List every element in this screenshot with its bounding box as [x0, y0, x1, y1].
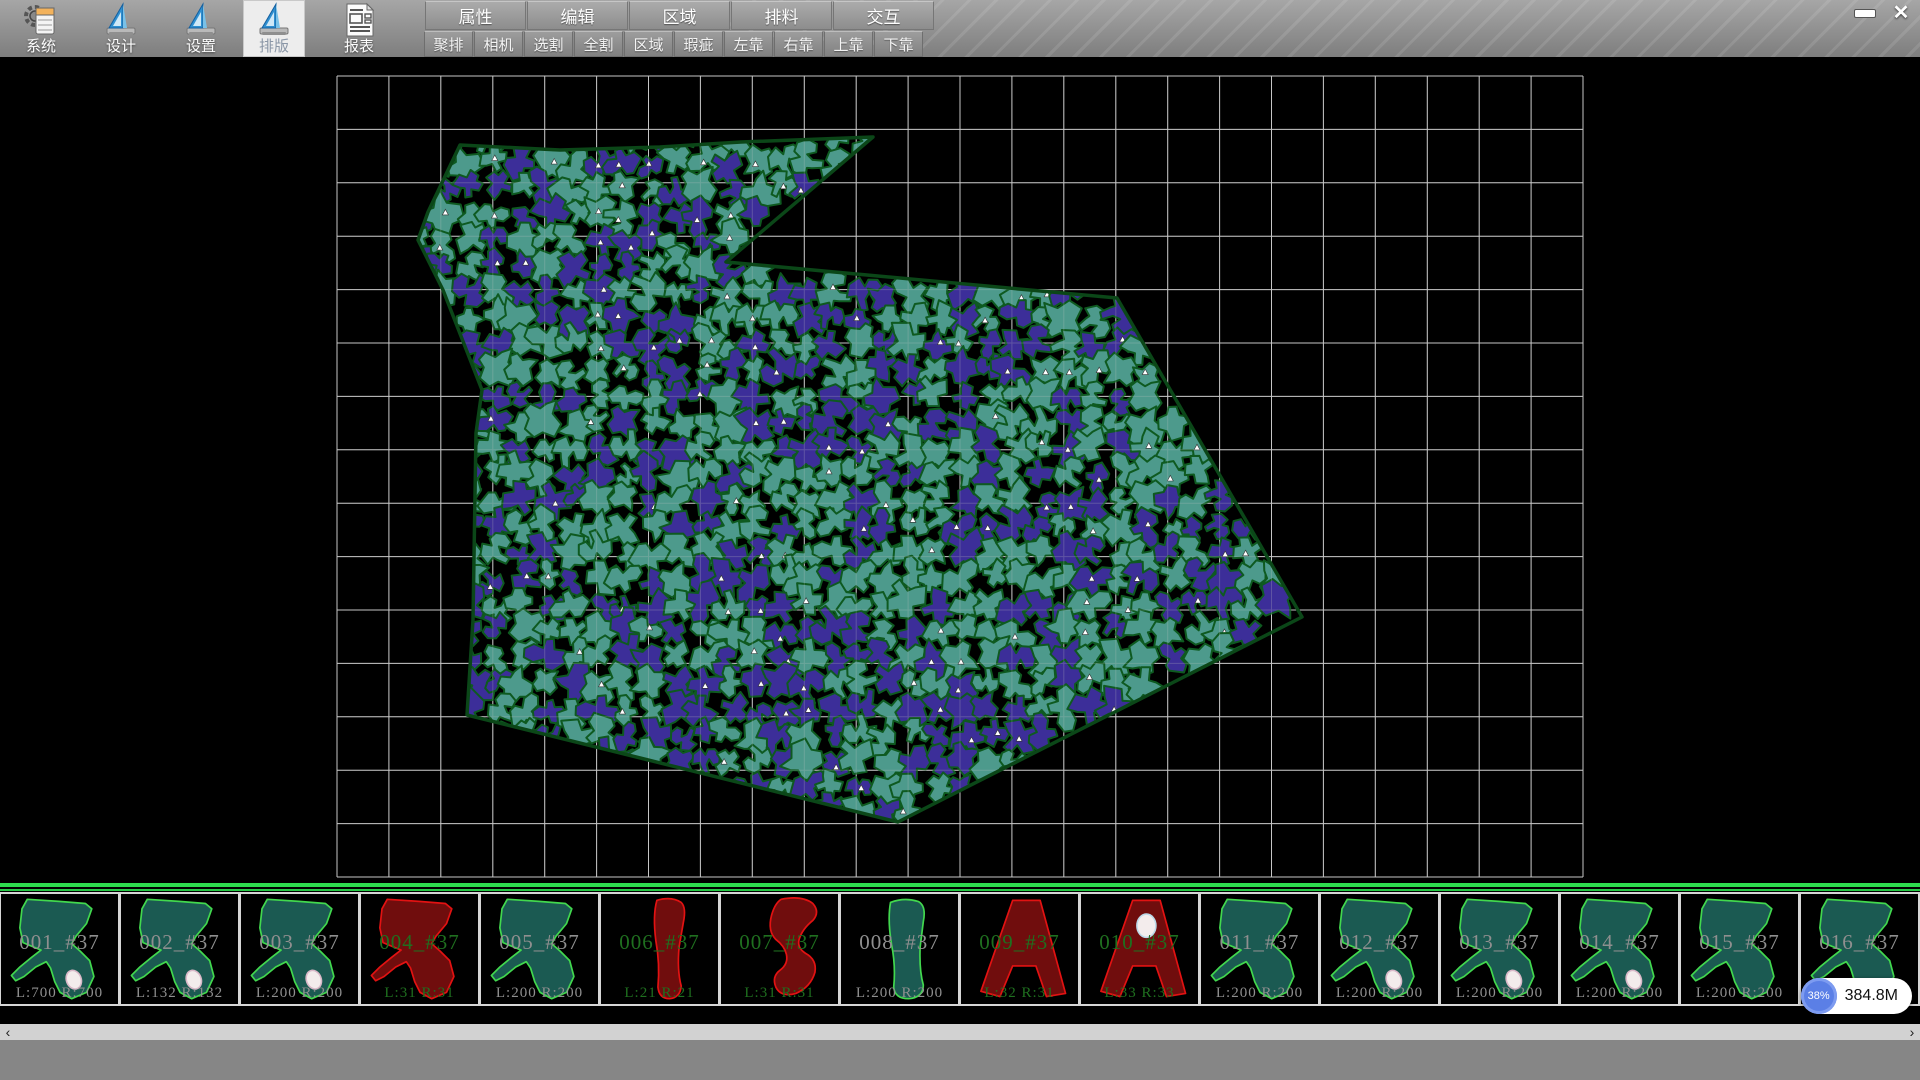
minimize-icon — [1854, 9, 1876, 18]
piece-shape — [481, 894, 597, 1004]
thumbnail-009_#37[interactable]: 009_#37L:32 R:31 — [960, 892, 1080, 1006]
system-gear-icon — [21, 2, 61, 38]
bottom-gap — [0, 1006, 1920, 1024]
piece-shape — [601, 894, 717, 1004]
separator-line-thin — [0, 889, 1920, 891]
tab-3[interactable]: 区域 — [629, 1, 730, 30]
tab-2[interactable]: 编辑 — [527, 1, 628, 30]
report-doc-icon — [339, 2, 379, 38]
canvas-svg — [0, 57, 1920, 883]
piece-shape — [721, 894, 837, 1004]
nested-pieces-layer — [395, 116, 1299, 835]
mode-button-label: 报表 — [344, 38, 374, 55]
thumbnail-002_#37[interactable]: 002_#37L:132 R:132 — [120, 892, 240, 1006]
action-button-10[interactable]: 下靠 — [874, 31, 923, 57]
action-button-9[interactable]: 上靠 — [824, 31, 873, 57]
thumbnail-011_#37[interactable]: 011_#37L:200 R:200 — [1200, 892, 1320, 1006]
thumbnail-010_#37[interactable]: 010_#37L:33 R:33 — [1080, 892, 1200, 1006]
memory-usage-label: 384.8M — [1845, 987, 1898, 1005]
status-bar — [0, 1040, 1920, 1080]
action-button-2[interactable]: 相机 — [474, 31, 523, 57]
menu-tab-bar: 属性编辑区域排料交互 — [425, 1, 935, 30]
thumbnail-008_#37[interactable]: 008_#37L:200 R:200 — [840, 892, 960, 1006]
scroll-right-arrow[interactable]: › — [1904, 1024, 1920, 1040]
piece-shape — [241, 894, 357, 1004]
progress-percent-badge: 38% — [1801, 978, 1837, 1014]
piece-shape — [361, 894, 477, 1004]
piece-shape — [1081, 894, 1197, 1004]
window-controls: ✕ — [1850, 2, 1916, 26]
action-button-7[interactable]: 左靠 — [724, 31, 773, 57]
thumbnail-005_#37[interactable]: 005_#37L:200 R:200 — [480, 892, 600, 1006]
action-button-1[interactable]: 聚排 — [424, 31, 473, 57]
separator-line-thick — [0, 883, 1920, 887]
tab-5[interactable]: 交互 — [833, 1, 934, 30]
thumbnail-003_#37[interactable]: 003_#37L:200 R:200 — [240, 892, 360, 1006]
piece-shape — [1681, 894, 1797, 1004]
action-button-8[interactable]: 右靠 — [774, 31, 823, 57]
thumbnail-015_#37[interactable]: 015_#37L:200 R:200 — [1680, 892, 1800, 1006]
mode-button-1[interactable]: 系统 — [10, 0, 72, 57]
status-badge: 38% 384.8M — [1801, 978, 1912, 1014]
piece-shape — [1321, 894, 1437, 1004]
mode-button-label: 设计 — [106, 38, 136, 55]
action-button-4[interactable]: 全割 — [574, 31, 623, 57]
thumbnail-001_#37[interactable]: 001_#37L:700 R:700 — [0, 892, 120, 1006]
piece-shape — [1561, 894, 1677, 1004]
thumbnail-013_#37[interactable]: 013_#37L:200 R:200 — [1440, 892, 1560, 1006]
set-square-icon — [181, 2, 221, 38]
thumbnail-panel-separator — [0, 883, 1920, 892]
scroll-left-arrow[interactable]: ‹ — [0, 1024, 16, 1040]
tab-4[interactable]: 排料 — [731, 1, 832, 30]
piece-shape — [1, 894, 117, 1004]
thumbnail-012_#37[interactable]: 012_#37L:200 R:200 — [1320, 892, 1440, 1006]
mode-button-3[interactable]: 设置 — [170, 0, 232, 57]
close-button[interactable]: ✕ — [1886, 2, 1916, 24]
mode-button-label: 排版 — [259, 38, 289, 55]
piece-thumbnail-strip: 001_#37L:700 R:700002_#37L:132 R:132003_… — [0, 892, 1920, 1006]
mode-button-label: 设置 — [186, 38, 216, 55]
piece-shape — [961, 894, 1077, 1004]
toolbar: 系统设计设置排版报表 属性编辑区域排料交互 聚排相机选割全割区域瑕疵左靠右靠上靠… — [0, 0, 1920, 57]
action-button-bar: 聚排相机选割全割区域瑕疵左靠右靠上靠下靠 — [424, 31, 924, 57]
action-button-5[interactable]: 区域 — [624, 31, 673, 57]
piece-shape — [1201, 894, 1317, 1004]
set-square-icon — [254, 2, 294, 38]
thumbnail-007_#37[interactable]: 007_#37L:31 R:31 — [720, 892, 840, 1006]
action-button-6[interactable]: 瑕疵 — [674, 31, 723, 57]
piece-shape — [1441, 894, 1557, 1004]
thumbnail-004_#37[interactable]: 004_#37L:31 R:31 — [360, 892, 480, 1006]
minimize-button[interactable] — [1850, 2, 1880, 24]
close-icon: ✕ — [1893, 3, 1910, 23]
piece-shape — [841, 894, 957, 1004]
mode-button-label: 系统 — [26, 38, 56, 55]
thumbnail-014_#37[interactable]: 014_#37L:200 R:200 — [1560, 892, 1680, 1006]
nesting-canvas[interactable] — [0, 57, 1920, 883]
tab-1[interactable]: 属性 — [425, 1, 526, 30]
piece-shape — [121, 894, 237, 1004]
mode-button-5[interactable]: 报表 — [328, 0, 390, 57]
application-window: 系统设计设置排版报表 属性编辑区域排料交互 聚排相机选割全割区域瑕疵左靠右靠上靠… — [0, 0, 1920, 1080]
set-square-icon — [101, 2, 141, 38]
action-button-3[interactable]: 选割 — [524, 31, 573, 57]
mode-button-2[interactable]: 设计 — [90, 0, 152, 57]
thumbnail-006_#37[interactable]: 006_#37L:21 R:21 — [600, 892, 720, 1006]
mode-button-4[interactable]: 排版 — [243, 0, 305, 57]
horizontal-scrollbar[interactable]: ‹ › — [0, 1024, 1920, 1040]
